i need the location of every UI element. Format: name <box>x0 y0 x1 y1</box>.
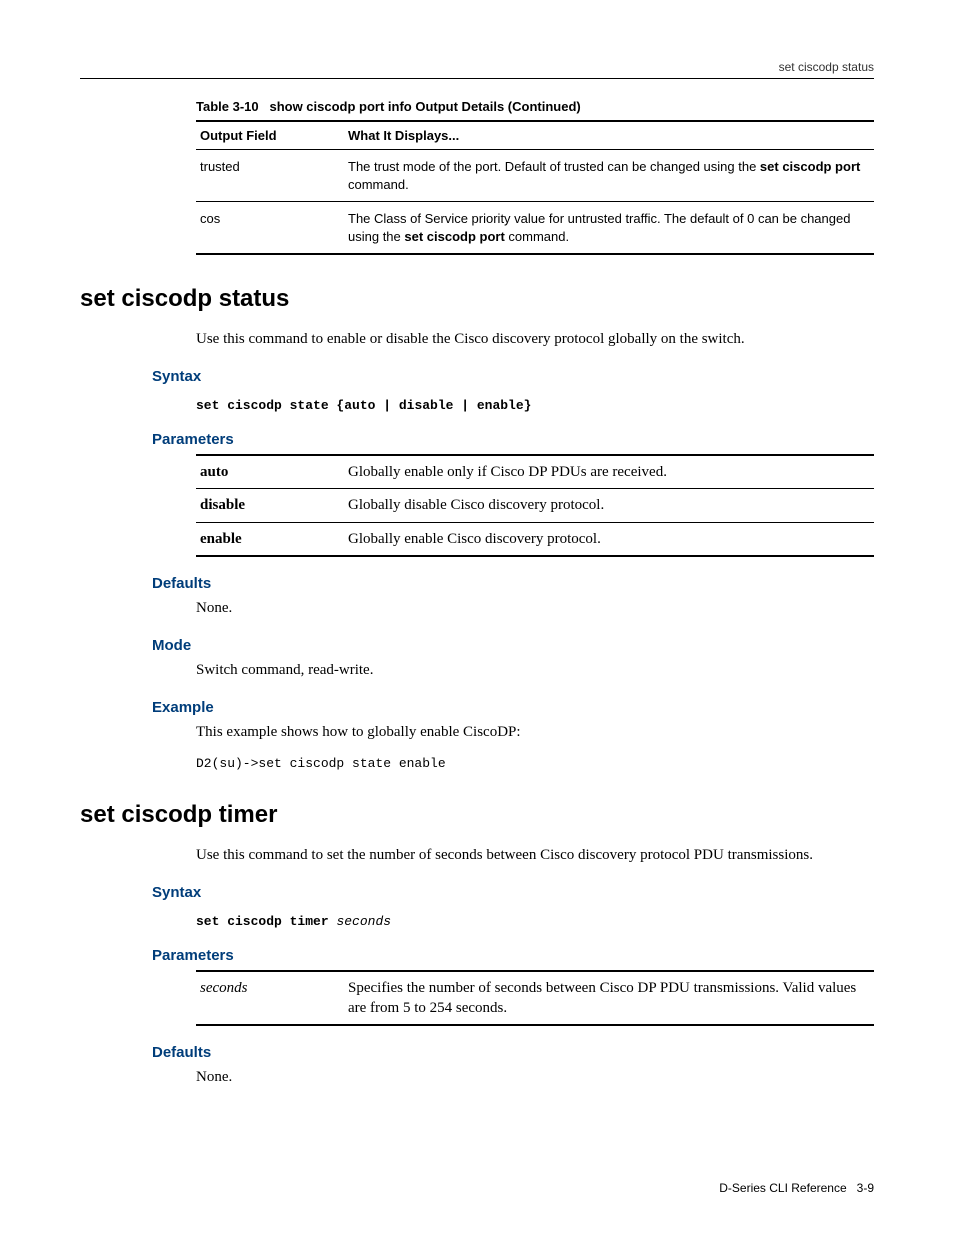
cell-desc: The Class of Service priority value for … <box>344 202 874 255</box>
defaults-heading: Defaults <box>152 575 874 592</box>
parameters-heading: Parameters <box>152 431 874 448</box>
page-header: set ciscodp status <box>80 60 874 79</box>
mode-heading: Mode <box>152 637 874 654</box>
cell-desc: The trust mode of the port. Default of t… <box>344 150 874 202</box>
table-row: auto Globally enable only if Cisco DP PD… <box>196 455 874 489</box>
syntax-heading: Syntax <box>152 368 874 385</box>
param-desc: Globally enable Cisco discovery protocol… <box>344 522 874 556</box>
footer-page-number: 3-9 <box>857 1181 874 1195</box>
example-code: D2(su)->set ciscodp state enable <box>196 756 874 771</box>
defaults-text: None. <box>196 598 874 619</box>
param-name: disable <box>196 489 344 522</box>
param-desc: Specifies the number of seconds between … <box>344 971 874 1026</box>
example-heading: Example <box>152 699 874 716</box>
status-intro: Use this command to enable or disable th… <box>196 329 874 350</box>
table-header-field: Output Field <box>196 121 344 150</box>
table-row: cos The Class of Service priority value … <box>196 202 874 255</box>
mode-text: Switch command, read-write. <box>196 660 874 681</box>
output-details-table: Output Field What It Displays... trusted… <box>196 120 874 255</box>
param-name: auto <box>196 455 344 489</box>
page-footer: D-Series CLI Reference 3-9 <box>719 1181 874 1195</box>
heading-set-ciscodp-timer: set ciscodp timer <box>80 801 874 829</box>
table-caption: Table 3-10 show ciscodp port info Output… <box>196 99 874 114</box>
example-text: This example shows how to globally enabl… <box>196 722 874 743</box>
table-row: trusted The trust mode of the port. Defa… <box>196 150 874 202</box>
defaults-heading: Defaults <box>152 1044 874 1061</box>
cell-field: cos <box>196 202 344 255</box>
table-row: seconds Specifies the number of seconds … <box>196 971 874 1026</box>
status-parameters-table: auto Globally enable only if Cisco DP PD… <box>196 454 874 557</box>
param-name: enable <box>196 522 344 556</box>
table-row: enable Globally enable Cisco discovery p… <box>196 522 874 556</box>
syntax-code: set ciscodp state {auto | disable | enab… <box>196 398 874 413</box>
defaults-text: None. <box>196 1067 874 1088</box>
parameters-heading: Parameters <box>152 947 874 964</box>
param-name: seconds <box>196 971 344 1026</box>
table-title: show ciscodp port info Output Details (C… <box>269 99 580 114</box>
syntax-code: set ciscodp timer seconds <box>196 914 874 929</box>
timer-parameters-table: seconds Specifies the number of seconds … <box>196 970 874 1027</box>
timer-intro: Use this command to set the number of se… <box>196 845 874 866</box>
table-header-displays: What It Displays... <box>344 121 874 150</box>
table-row: disable Globally disable Cisco discovery… <box>196 489 874 522</box>
param-desc: Globally disable Cisco discovery protoco… <box>344 489 874 522</box>
syntax-heading: Syntax <box>152 884 874 901</box>
heading-set-ciscodp-status: set ciscodp status <box>80 285 874 313</box>
footer-doc-title: D-Series CLI Reference <box>719 1181 846 1195</box>
param-desc: Globally enable only if Cisco DP PDUs ar… <box>344 455 874 489</box>
cell-field: trusted <box>196 150 344 202</box>
table-number: Table 3-10 <box>196 99 259 114</box>
